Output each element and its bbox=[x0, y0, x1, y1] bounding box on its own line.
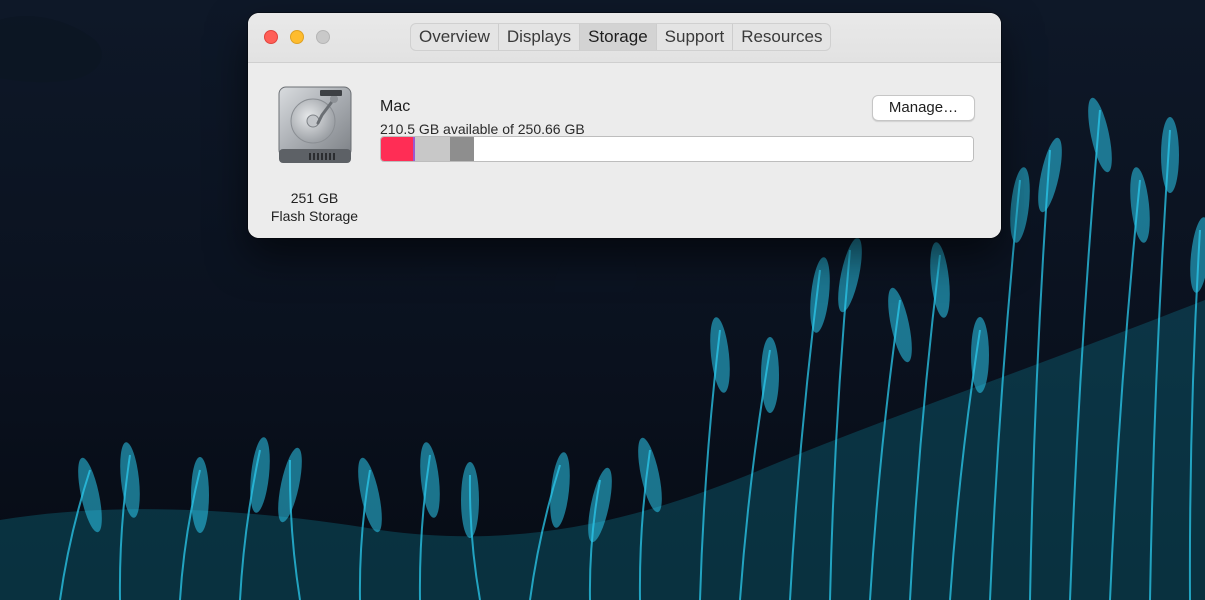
storage-pane: 251 GB Flash Storage Mac 210.5 GB availa… bbox=[248, 63, 1001, 238]
zoom-icon[interactable] bbox=[316, 30, 330, 44]
storage-segment-apps bbox=[381, 137, 413, 161]
tab-resources[interactable]: Resources bbox=[733, 24, 830, 50]
tab-storage[interactable]: Storage bbox=[580, 24, 657, 50]
drive-type: Flash Storage bbox=[270, 208, 359, 224]
storage-usage-bar bbox=[380, 136, 974, 162]
disk-available-text: 210.5 GB available of 250.66 GB bbox=[380, 121, 585, 137]
tab-displays[interactable]: Displays bbox=[499, 24, 581, 50]
storage-segment-system bbox=[450, 137, 474, 161]
tab-support[interactable]: Support bbox=[657, 24, 734, 50]
manage-button[interactable]: Manage… bbox=[872, 95, 975, 121]
storage-segment-available bbox=[473, 137, 973, 161]
storage-segment-other-light bbox=[414, 137, 451, 161]
minimize-icon[interactable] bbox=[290, 30, 304, 44]
tab-overview[interactable]: Overview bbox=[411, 24, 499, 50]
hard-drive-icon bbox=[278, 86, 352, 163]
about-this-mac-window: Overview Displays Storage Support Resour… bbox=[248, 13, 1001, 238]
drive-capacity: 251 GB bbox=[290, 190, 339, 206]
title-bar: Overview Displays Storage Support Resour… bbox=[248, 13, 1001, 63]
close-icon[interactable] bbox=[264, 30, 278, 44]
tab-bar: Overview Displays Storage Support Resour… bbox=[410, 23, 832, 51]
disk-name: Mac bbox=[380, 98, 411, 115]
